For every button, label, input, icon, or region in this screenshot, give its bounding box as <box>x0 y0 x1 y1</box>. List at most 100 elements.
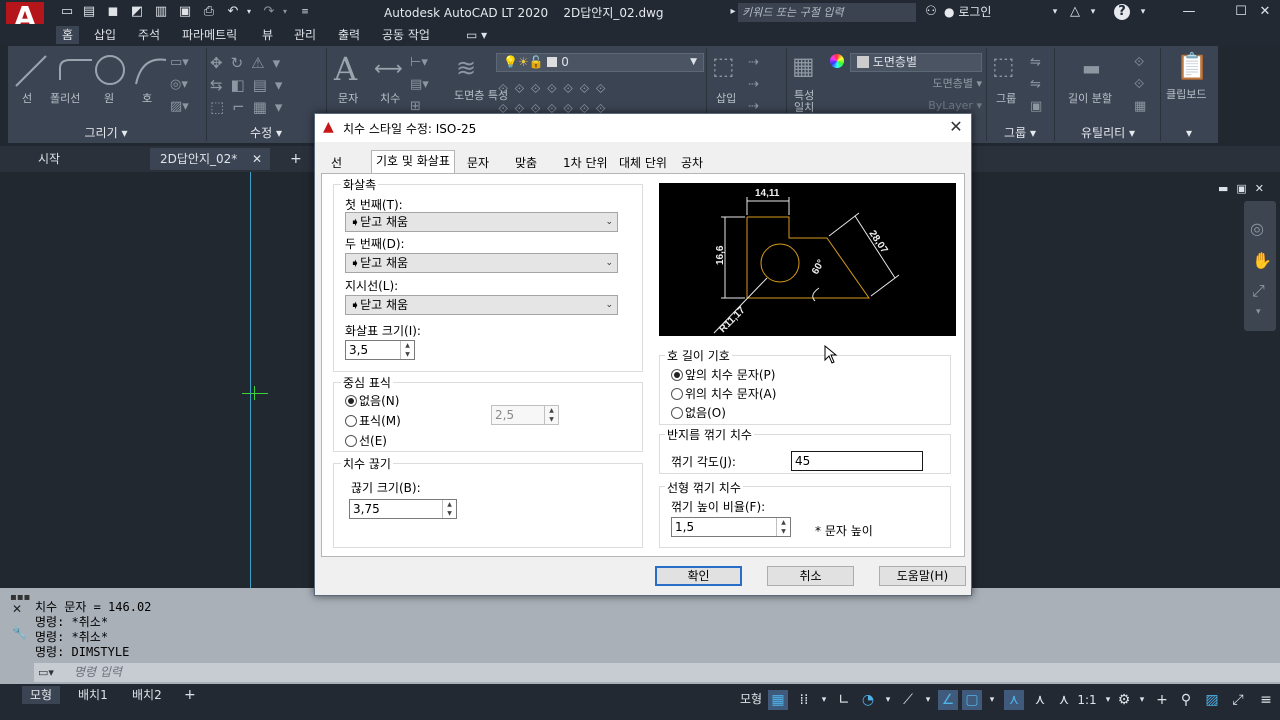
group-small-icons[interactable]: ⇋ ⇋ ▣ <box>1030 52 1042 118</box>
customize-status-icon[interactable]: ≡ <box>1256 690 1276 710</box>
dialog-close-icon[interactable]: ✕ <box>945 116 967 138</box>
polyline-tool-label[interactable]: 폴리선 <box>50 90 80 106</box>
snap-dropdown-icon[interactable]: ▾ <box>814 690 834 710</box>
help-icon[interactable]: ? <box>1114 4 1130 20</box>
center-none-radio[interactable]: 없음(N) <box>345 392 399 409</box>
publish-icon[interactable]: ▥ <box>152 3 170 21</box>
insert-label[interactable]: 삽입 <box>716 90 736 106</box>
dialog-tab-tolerances[interactable]: 공차 <box>677 153 707 173</box>
match-properties-icon[interactable]: ▦ <box>792 52 815 80</box>
draw-panel-title[interactable]: 그리기 ▾ <box>8 123 204 143</box>
tab-home[interactable]: 홈 <box>56 26 80 44</box>
tab-document[interactable]: 2D답안지_02* ✕ <box>150 148 270 170</box>
measure-icon[interactable]: ▬ <box>1082 56 1101 80</box>
dialog-tab-alternate-units[interactable]: 대체 단위 <box>615 153 671 173</box>
open-folder-icon[interactable]: ▤ <box>80 3 98 21</box>
plot-preview-icon[interactable]: ▣ <box>176 3 194 21</box>
arc-none-radio[interactable]: 없음(O) <box>671 404 726 421</box>
dialog-tab-lines[interactable]: 선 <box>327 153 346 173</box>
isodraft-icon[interactable]: ⟋ <box>898 690 918 710</box>
jog-height-spinner[interactable]: 1,5 ▲ ▼ <box>671 517 791 537</box>
ok-button[interactable]: 확인 <box>655 566 742 586</box>
arc-tool-label[interactable]: 호 <box>142 90 152 106</box>
customize-quick-access-icon[interactable]: ≡ <box>296 3 314 21</box>
new-file-icon[interactable]: ▭ <box>58 3 76 21</box>
object-snap-icon[interactable]: ▢ <box>962 690 982 710</box>
layer-properties-icon[interactable]: ≋ <box>456 54 476 82</box>
isodraft-dropdown-icon[interactable]: ▾ <box>918 690 938 710</box>
ribbon-options-icon[interactable]: ▭ ▾ <box>466 26 487 44</box>
tab-view[interactable]: 뷰 <box>262 26 273 44</box>
maximize-icon[interactable]: ☐ <box>1232 3 1250 21</box>
ortho-icon[interactable]: ∟ <box>834 690 854 710</box>
cancel-button[interactable]: 취소 <box>767 566 854 586</box>
group-label[interactable]: 그룹 <box>996 90 1016 106</box>
navigation-bar[interactable]: ◎ ✋ ⤢ ▾ <box>1244 201 1276 331</box>
minimize-icon[interactable]: — <box>1180 3 1198 21</box>
utility-panel-title[interactable]: 유틸리티 ▾ <box>1056 123 1160 143</box>
new-tab-icon[interactable]: + <box>280 148 312 170</box>
redo-dropdown-icon[interactable]: ▾ <box>276 3 294 21</box>
break-size-spinner[interactable]: 3,75 ▲ ▼ <box>349 499 457 519</box>
dialog-tab-fit[interactable]: 맞춤 <box>511 153 541 173</box>
arc-above-radio[interactable]: 위의 치수 문자(A) <box>671 385 776 402</box>
jog-angle-input[interactable]: 45 <box>791 451 923 471</box>
polar-icon[interactable]: ◔ <box>858 690 878 710</box>
dimension-tool-label[interactable]: 치수 <box>380 90 400 106</box>
dimension-tool-icon[interactable]: ⟷ <box>374 56 403 80</box>
nav-dropdown-icon[interactable]: ▾ <box>1256 307 1261 317</box>
close-command-icon[interactable]: ✕ <box>12 602 22 616</box>
color-dropdown[interactable]: 도면층별 <box>850 53 982 72</box>
close-window-icon[interactable]: ✕ <box>1256 3 1274 21</box>
print-icon[interactable]: ⎙ <box>200 3 218 21</box>
customize-command-icon[interactable]: 🔧 <box>12 626 27 640</box>
center-line-radio[interactable]: 선(E) <box>345 432 387 449</box>
draw-small-tools-icon[interactable]: ▭▾ ◎▾ ▨▾ <box>170 52 202 116</box>
spinner-arrows-icon[interactable]: ▲ ▼ <box>400 341 414 359</box>
search-input[interactable]: 키워드 또는 구절 입력 <box>738 3 916 22</box>
tab-layout1[interactable]: 배치1 <box>70 686 116 704</box>
center-mark-radio[interactable]: 표식(M) <box>345 412 401 429</box>
scale-dropdown[interactable]: 1:1 <box>1074 690 1100 710</box>
match-properties-label[interactable]: 특성 일치 <box>794 90 824 114</box>
annotation-visibility-icon[interactable]: ⋏ <box>1004 690 1024 710</box>
polar-dropdown-icon[interactable]: ▾ <box>878 690 898 710</box>
color-wheel-icon[interactable] <box>830 54 844 68</box>
layer-dropdown[interactable]: 💡☀🔓 0 ▼ <box>496 53 704 72</box>
tab-layout2[interactable]: 배치2 <box>124 686 170 704</box>
command-prompt-icon[interactable]: ▭▾ <box>38 666 54 679</box>
sign-in-dropdown-icon[interactable]: ▾ <box>1046 3 1064 21</box>
help-button[interactable]: 도움말(H) <box>879 566 966 586</box>
leader-arrow-dropdown[interactable]: ➧닫고 채움 ⌄ <box>345 295 618 315</box>
circle-tool-label[interactable]: 원 <box>104 90 114 106</box>
sign-in-button[interactable]: ● 로그인 <box>944 3 1004 21</box>
tab-manage[interactable]: 관리 <box>294 26 316 44</box>
measure-label[interactable]: 길이 분할 <box>1068 90 1112 106</box>
model-space-button[interactable]: 모형 <box>732 690 770 708</box>
first-arrow-dropdown[interactable]: ➧닫고 채움 ⌄ <box>345 212 618 232</box>
auto-scale-icon[interactable]: ⋏ <box>1030 690 1050 710</box>
group-panel-title[interactable]: 그룹 ▾ <box>988 123 1052 143</box>
linetype-dropdown[interactable]: 도면층별 ▾ <box>850 76 982 92</box>
insert-block-icon[interactable]: ⬚ <box>712 52 735 80</box>
utility-small-icons[interactable]: ⟐ ⟐ ▦ <box>1134 52 1146 118</box>
object-snap-tracking-icon[interactable]: ∠ <box>938 690 958 710</box>
units-icon[interactable]: ⚲ <box>1176 690 1196 710</box>
command-input[interactable]: 명령 입력 <box>34 663 1280 682</box>
workspace-dropdown-icon[interactable]: ▾ <box>1132 690 1152 710</box>
clipboard-panel-title[interactable]: ▾ <box>1162 123 1216 143</box>
arc-preceding-radio[interactable]: 앞의 치수 문자(P) <box>671 366 775 383</box>
tab-model[interactable]: 모형 <box>22 686 61 704</box>
save-icon[interactable]: ◼ <box>104 3 122 21</box>
clean-screen-icon[interactable]: ⤢ <box>1228 690 1248 710</box>
quick-properties-icon[interactable]: ▨ <box>1202 690 1222 710</box>
text-tool-label[interactable]: 문자 <box>338 90 358 106</box>
grid-icon[interactable]: ▦ <box>768 690 788 710</box>
clipboard-icon[interactable]: 📋 <box>1176 52 1208 82</box>
annotation-small-icons[interactable]: ⊢▾ ▤▾ ⊞ <box>410 52 429 118</box>
snap-icon[interactable]: ⁞⁞ <box>794 690 814 710</box>
tab-parametric[interactable]: 파라메트릭 <box>182 26 237 44</box>
arrow-size-spinner[interactable]: 3,5 ▲ ▼ <box>345 340 415 360</box>
dialog-tab-primary-units[interactable]: 1차 단위 <box>559 153 612 173</box>
zoom-extents-icon[interactable]: ⤢ <box>1252 281 1265 301</box>
